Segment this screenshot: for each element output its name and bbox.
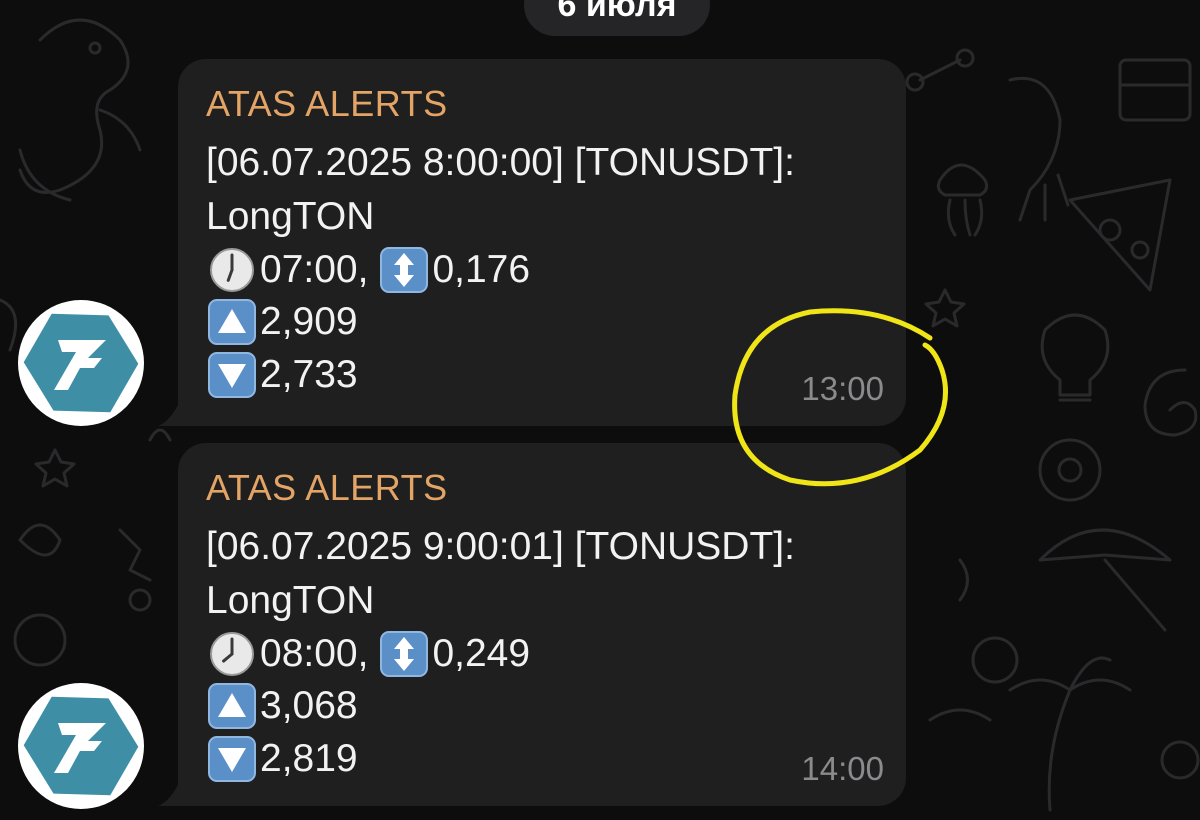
- message-line-header: [06.07.2025 8:00:00] [TONUSDT]:: [206, 141, 795, 184]
- message-line-signal: LongTON: [206, 579, 375, 622]
- message-line-low: 2,819: [206, 736, 358, 782]
- chat-view: 6 июля ATAS ALERTS [06.07.2025 8:00:00] …: [0, 0, 1200, 820]
- up-value: 2,909: [260, 300, 358, 343]
- down-value: 2,819: [260, 737, 358, 780]
- message-line-high: 2,909: [206, 299, 358, 345]
- updown-value: 0,249: [432, 632, 531, 675]
- avatar[interactable]: [18, 300, 144, 426]
- alert-time: 08:00,: [260, 632, 369, 675]
- message-bubble[interactable]: ATAS ALERTS [06.07.2025 8:00:00] [TONUSD…: [158, 59, 906, 426]
- sender-name[interactable]: ATAS ALERTS: [206, 467, 448, 509]
- message-time: 13:00: [801, 370, 884, 407]
- message-line-low: 2,733: [206, 352, 358, 398]
- up-down-arrow-icon: [380, 631, 429, 677]
- date-separator: 6 июля: [524, 0, 710, 36]
- message-line-signal: LongTON: [206, 195, 375, 238]
- bubble-tail: [158, 780, 180, 806]
- up-arrow-icon: [208, 299, 256, 345]
- up-arrow-icon: [208, 683, 256, 729]
- updown-value: 0,176: [432, 248, 531, 291]
- clock-icon: [210, 248, 254, 292]
- alert-time: 07:00,: [260, 248, 369, 291]
- avatar[interactable]: [18, 683, 144, 809]
- down-value: 2,733: [260, 353, 358, 396]
- clock-icon: [210, 632, 254, 676]
- message-bubble[interactable]: ATAS ALERTS [06.07.2025 9:00:01] [TONUSD…: [158, 443, 906, 806]
- message-time: 14:00: [801, 750, 884, 787]
- message-line-header: [06.07.2025 9:00:01] [TONUSDT]:: [206, 525, 795, 568]
- up-value: 3,068: [260, 684, 358, 727]
- atas-logo-icon: [23, 696, 139, 796]
- bubble-tail: [158, 400, 180, 426]
- up-down-arrow-icon: [380, 247, 429, 293]
- message-line-time: 08:00, 0,249: [206, 631, 530, 677]
- message-line-time: 07:00, 0,176: [206, 247, 530, 293]
- message-line-high: 3,068: [206, 683, 358, 729]
- down-arrow-icon: [208, 352, 256, 398]
- atas-logo-icon: [23, 313, 139, 413]
- down-arrow-icon: [208, 736, 256, 782]
- sender-name[interactable]: ATAS ALERTS: [206, 83, 448, 125]
